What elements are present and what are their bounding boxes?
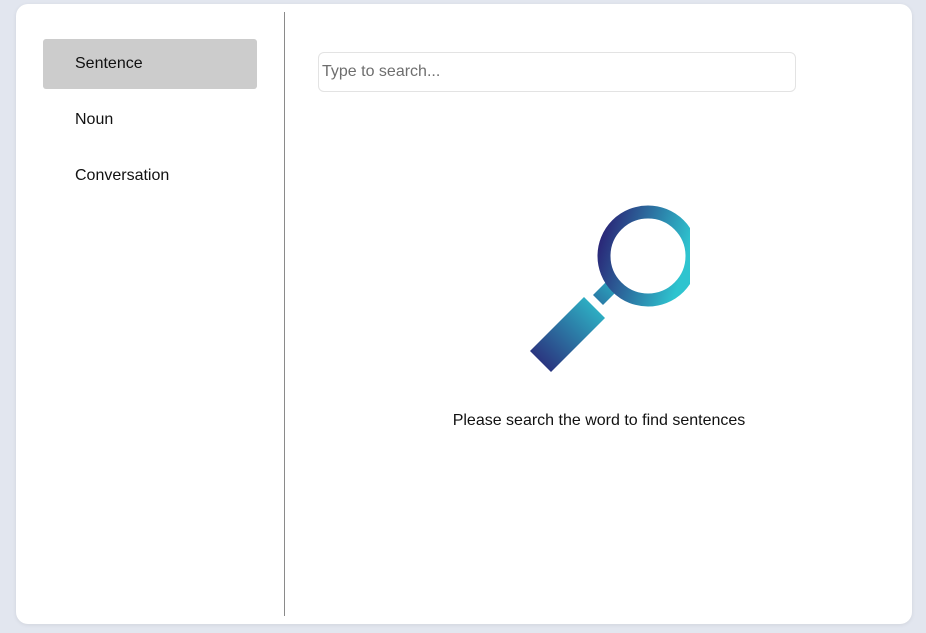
main-card: Sentence Noun Conversation Type to searc…	[16, 4, 912, 624]
sidebar-item-label: Conversation	[75, 167, 170, 184]
sidebar: Sentence Noun Conversation	[16, 4, 284, 624]
sidebar-item-label: Sentence	[75, 55, 143, 72]
sidebar-item-noun[interactable]: Noun	[43, 95, 257, 145]
sidebar-divider	[284, 12, 285, 616]
magnifying-glass-icon	[510, 199, 699, 374]
empty-state-message: Please search the word to find sentences	[452, 412, 746, 429]
search-input[interactable]	[318, 52, 796, 92]
sidebar-item-label: Noun	[75, 111, 114, 128]
sidebar-item-sentence[interactable]: Sentence	[43, 39, 257, 89]
sidebar-item-conversation[interactable]: Conversation	[43, 151, 257, 201]
